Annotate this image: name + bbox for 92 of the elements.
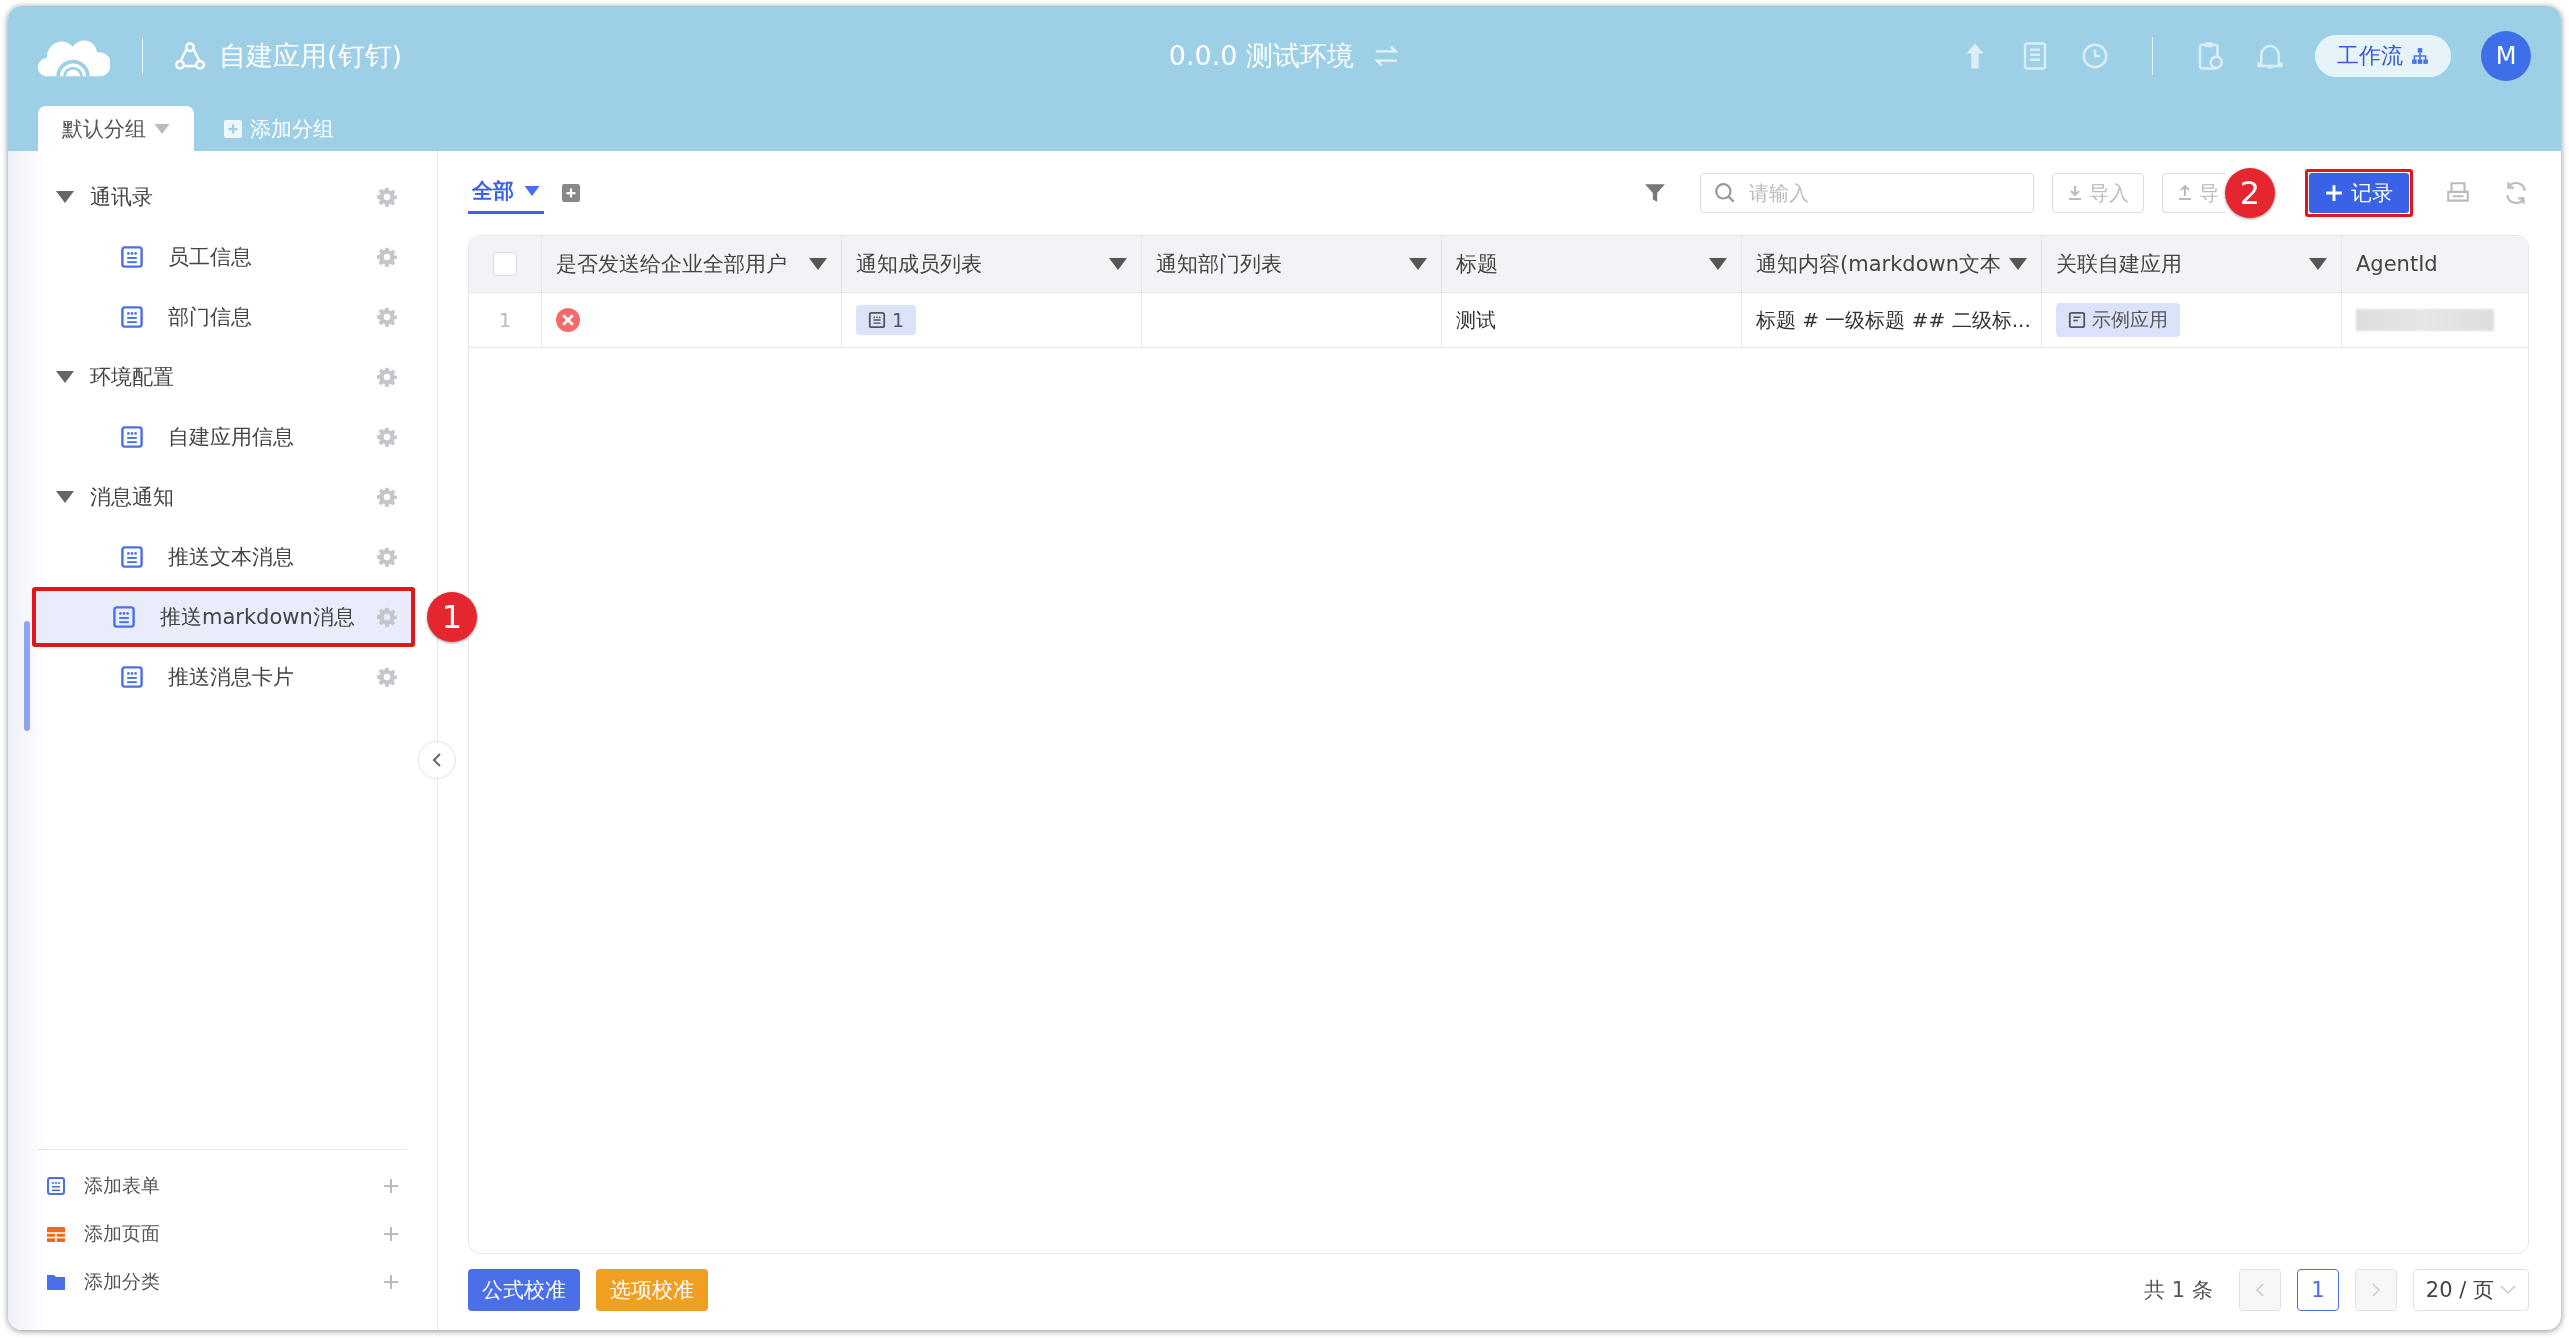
row-number: 1 [498,308,512,332]
org-chart-icon [2411,47,2429,65]
form-icon [120,245,144,269]
chevron-left-icon [432,752,442,768]
folder-icon [46,1272,66,1292]
column-menu-caret-icon[interactable] [809,258,827,270]
group-tab[interactable]: 默认分组 [38,106,194,151]
table-cell: 测试 [1456,306,1496,334]
total-count: 共 1 条 [2144,1277,2213,1304]
previous-page-button[interactable] [2238,1269,2281,1311]
plus-icon[interactable] [383,1274,399,1290]
form-icon [868,311,886,329]
table-icon [46,1224,66,1244]
add-item-link[interactable]: 添加分类 [84,1269,383,1295]
chevron-left-icon [2254,1282,2265,1298]
scrollbar[interactable] [24,621,30,731]
form-icon [120,425,144,449]
settings-icon[interactable] [377,667,397,687]
settings-icon[interactable] [377,487,397,507]
dropdown-caret-icon [524,185,540,196]
document-icon [2068,311,2086,329]
column-header[interactable]: 通知成员列表 [856,250,982,278]
sidebar-item[interactable]: 推送消息卡片 [38,647,407,707]
sidebar-item[interactable]: 员工信息 [38,227,407,287]
add-item-link[interactable]: 添加页面 [84,1221,383,1247]
column-menu-caret-icon[interactable] [2309,258,2327,270]
plus-icon [2325,184,2343,202]
folder-label[interactable]: 通讯录 [90,183,377,211]
plus-icon[interactable] [383,1226,399,1242]
upload-icon [2177,185,2193,201]
app-title: 自建应用(钉钉) [219,39,403,73]
column-header[interactable]: 标题 [1456,250,1498,278]
sidebar-item[interactable]: 推送markdown消息 [36,591,411,643]
column-header[interactable]: 通知内容(markdown文本 [1756,250,2001,278]
chevron-down-icon [2500,1285,2516,1295]
page-size-select[interactable]: 20 / 页 [2412,1269,2529,1311]
refresh-icon[interactable] [2503,180,2529,206]
column-header[interactable]: 关联自建应用 [2056,250,2182,278]
settings-icon[interactable] [377,187,397,207]
column-header[interactable]: 是否发送给企业全部用户 [556,250,787,278]
column-menu-caret-icon[interactable] [2009,258,2027,270]
settings-icon[interactable] [377,247,397,267]
form-icon [120,305,144,329]
form-icon [46,1176,66,1196]
column-header[interactable]: AgentId [2356,252,2438,276]
settings-icon[interactable] [377,427,397,447]
environment-label: 0.0.0 测试环境 [1168,39,1355,73]
collapse-sidebar-button[interactable] [418,741,456,779]
step-number-badge: 2 [2225,168,2275,218]
sidebar-item[interactable]: 部门信息 [38,287,407,347]
settings-icon[interactable] [377,307,397,327]
add-item-link[interactable]: 添加表单 [84,1173,383,1199]
expand-caret-icon[interactable] [56,491,74,503]
clock-icon[interactable] [2080,41,2110,71]
user-avatar[interactable]: M [2481,31,2531,81]
plus-icon[interactable] [383,1178,399,1194]
column-menu-caret-icon[interactable] [1409,258,1427,270]
settings-icon[interactable] [377,367,397,387]
sidebar-item[interactable]: 自建应用信息 [38,407,407,467]
form-icon [120,545,144,569]
workflow-button[interactable]: 工作流 [2315,35,2451,77]
download-icon [2067,185,2083,201]
folder-label[interactable]: 环境配置 [90,363,377,391]
next-page-button[interactable] [2354,1269,2397,1311]
search-icon [1714,182,1736,204]
add-view-icon[interactable] [562,184,580,202]
column-header[interactable]: 通知部门列表 [1156,250,1282,278]
table-cell: 标题 # 一级标题 ## 二级标... [1756,306,2031,334]
formula-check-button[interactable]: 公式校准 [468,1269,580,1311]
form-icon [120,665,144,689]
column-menu-caret-icon[interactable] [1109,258,1127,270]
form-icon [112,605,136,629]
plus-square-icon [224,119,242,138]
search-field[interactable]: 请输入 [1700,173,2034,213]
share-nodes-icon [175,41,205,71]
chevron-right-icon [2370,1282,2381,1298]
select-all-checkbox[interactable] [493,252,517,276]
column-menu-caret-icon[interactable] [1709,258,1727,270]
settings-icon[interactable] [377,607,397,627]
step-number-badge: 1 [427,592,477,642]
page-button[interactable]: 1 [2296,1269,2339,1311]
settings-icon[interactable] [377,547,397,567]
dropdown-caret-icon [154,123,170,134]
member-chip[interactable]: 1 [856,305,917,335]
sidebar-item[interactable]: 推送文本消息 [38,527,407,587]
add-record-button[interactable]: 记录 [2309,173,2409,213]
expand-caret-icon[interactable] [56,371,74,383]
folder-label[interactable]: 消息通知 [90,483,377,511]
filter-icon[interactable] [1644,182,1666,204]
linked-app-chip[interactable]: 示例应用 [2056,303,2180,337]
view-tab[interactable]: 全部 [468,172,544,214]
expand-caret-icon[interactable] [56,191,74,203]
